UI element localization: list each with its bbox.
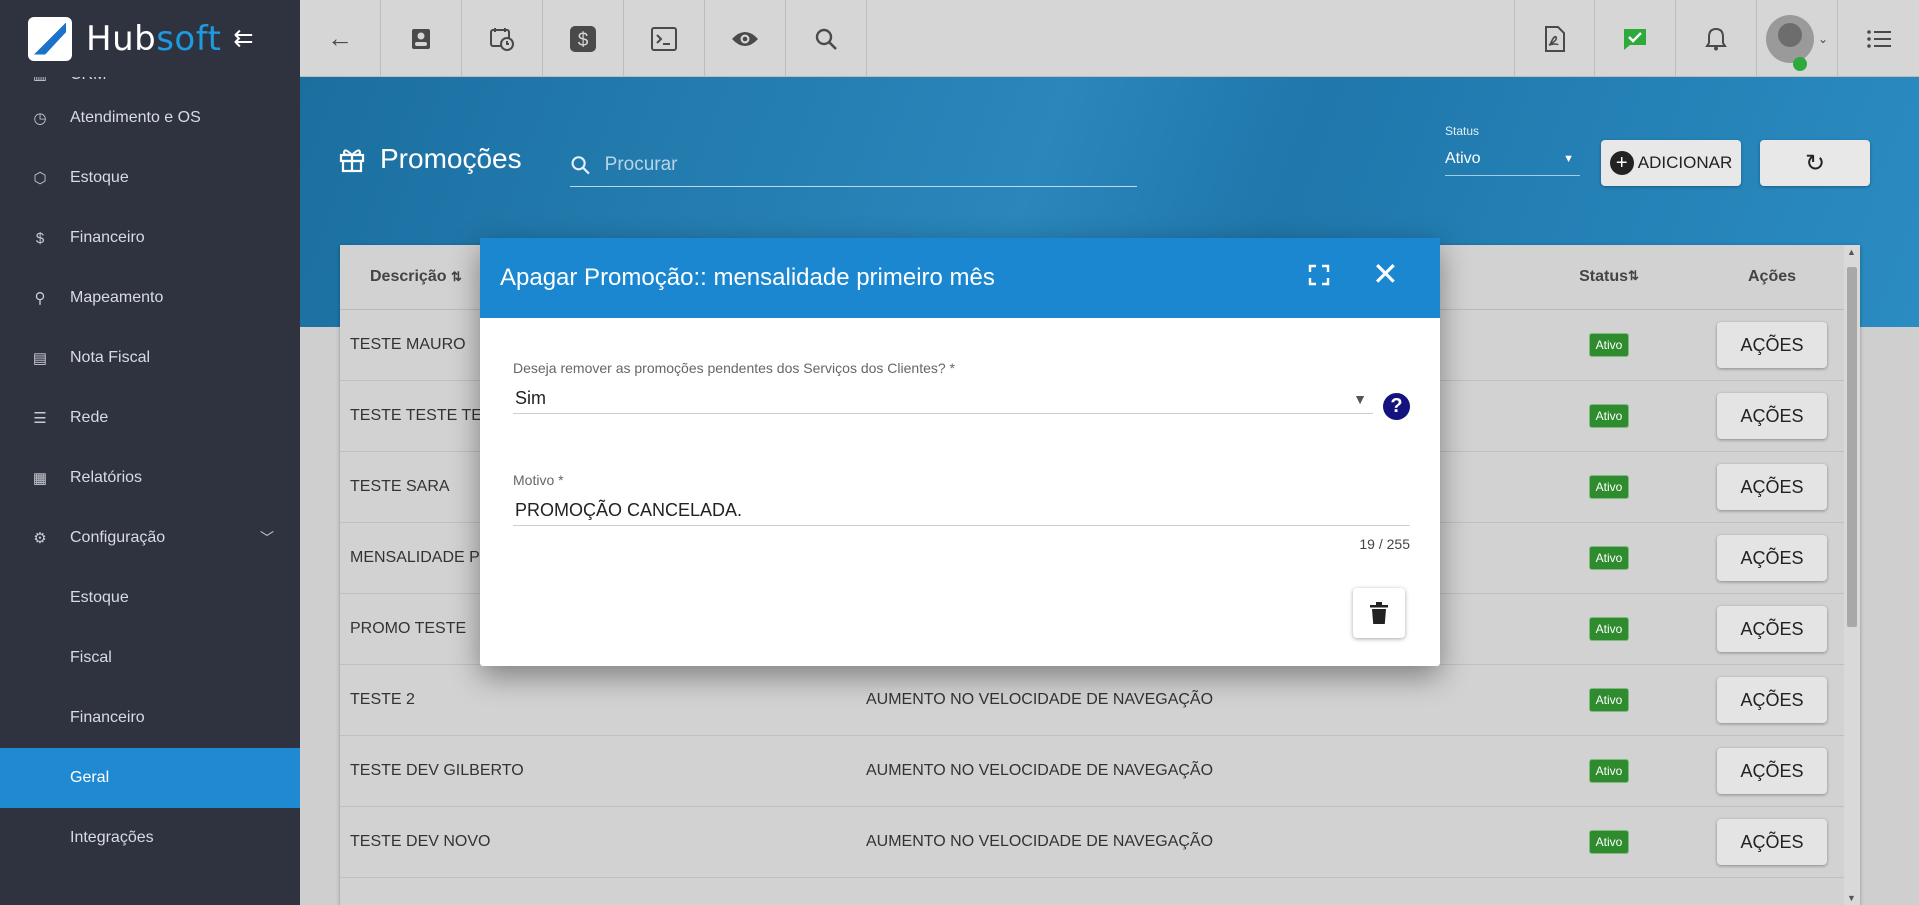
remove-pending-field: Deseja remover as promoções pendentes do… — [513, 360, 1410, 414]
dialog-header: Apagar Promoção:: mensalidade primeiro m… — [480, 238, 1440, 318]
close-icon[interactable]: ✕ — [1372, 258, 1399, 290]
motivo-label: Motivo * — [513, 472, 564, 488]
trash-icon — [1370, 602, 1388, 624]
remove-pending-select[interactable]: Sim ▼ — [513, 384, 1373, 414]
dialog-title: Apagar Promoção:: mensalidade primeiro m… — [500, 264, 995, 291]
delete-button[interactable] — [1353, 588, 1405, 638]
caret-down-icon: ▼ — [1353, 390, 1367, 407]
motivo-input[interactable]: PROMOÇÃO CANCELADA. — [513, 496, 1410, 526]
help-icon[interactable]: ? — [1383, 393, 1410, 420]
maximize-icon[interactable] — [1308, 264, 1330, 286]
motivo-field: Motivo * PROMOÇÃO CANCELADA. — [513, 472, 1410, 526]
delete-promotion-dialog: Apagar Promoção:: mensalidade primeiro m… — [480, 238, 1440, 666]
remove-pending-label: Deseja remover as promoções pendentes do… — [513, 360, 956, 376]
char-counter: 19 / 255 — [1359, 536, 1410, 552]
